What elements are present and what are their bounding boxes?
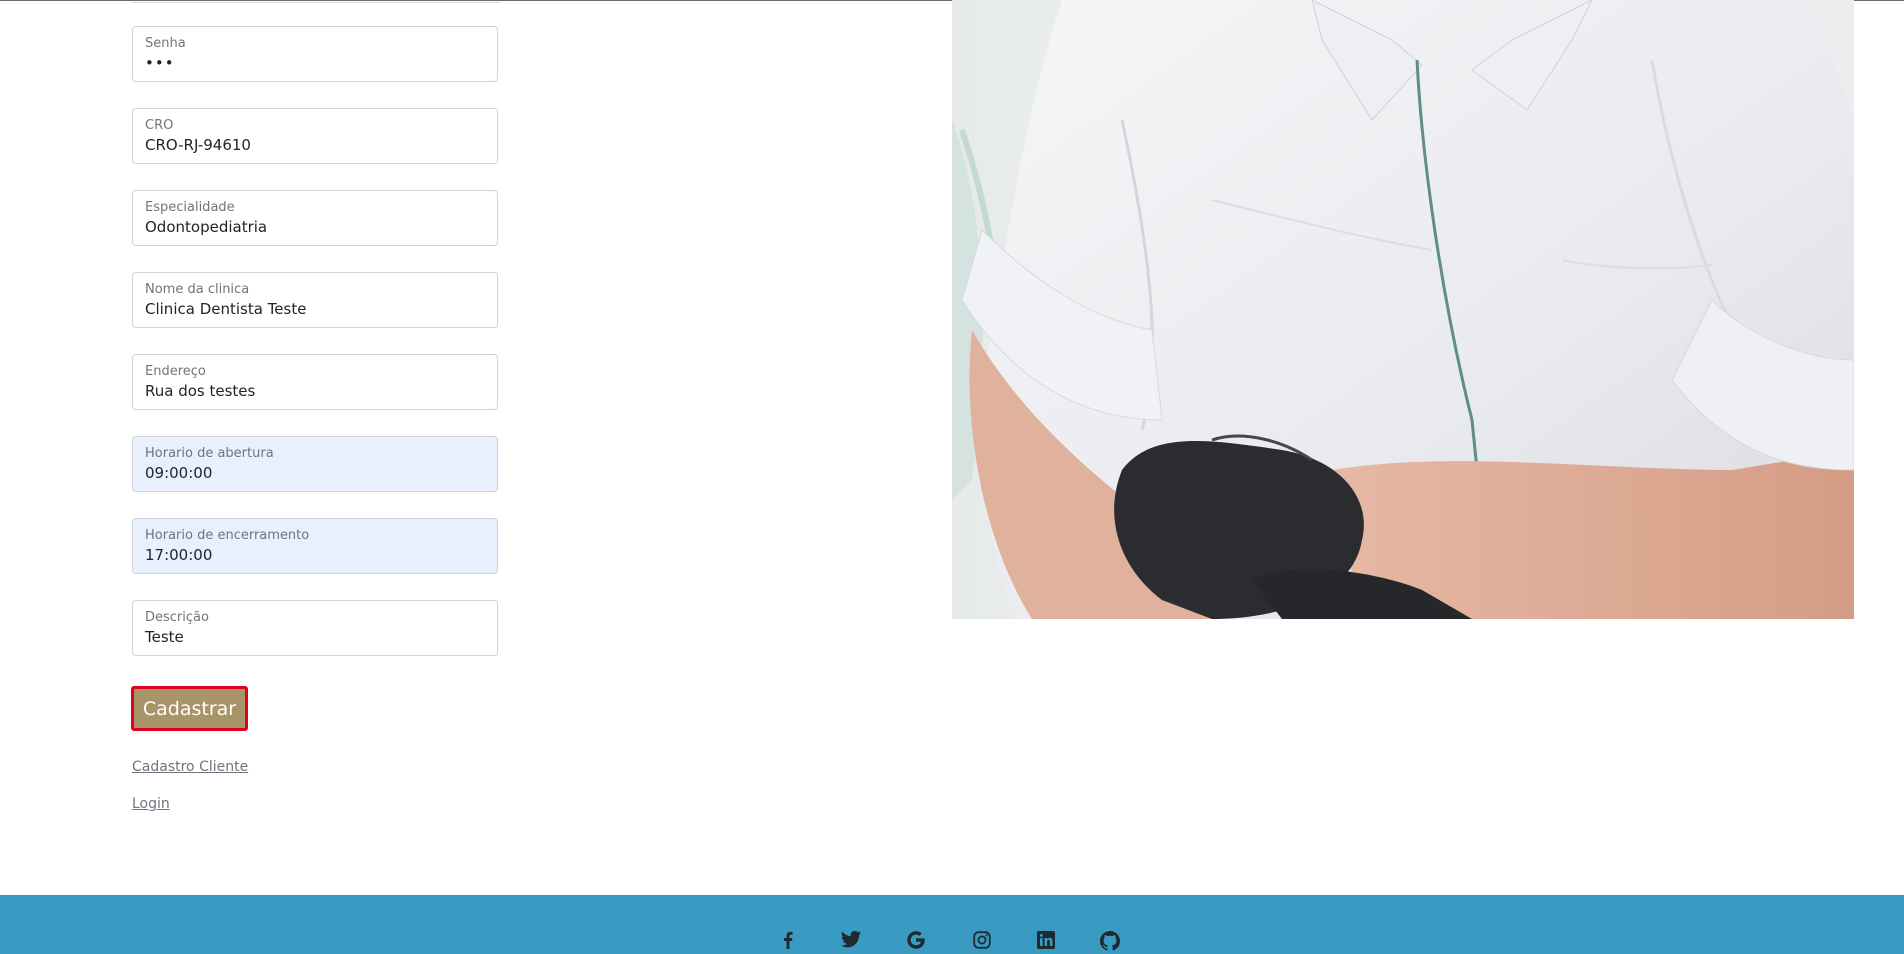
clinic-name-value: Clinica Dentista Teste bbox=[145, 300, 307, 318]
specialty-value: Odontopediatria bbox=[145, 218, 268, 236]
opening-time-field[interactable]: Horario de abertura 09:00:00 bbox=[132, 436, 498, 492]
address-label: Endereço bbox=[145, 364, 206, 379]
google-icon[interactable] bbox=[904, 931, 928, 953]
password-value: ••• bbox=[145, 54, 175, 72]
opening-time-label: Horario de abertura bbox=[145, 446, 274, 461]
linkedin-icon[interactable] bbox=[1034, 931, 1058, 953]
login-link[interactable]: Login bbox=[132, 796, 170, 812]
instagram-icon[interactable] bbox=[970, 931, 994, 953]
address-field[interactable]: Endereço Rua dos testes bbox=[132, 354, 498, 410]
cadastrar-button[interactable]: Cadastrar bbox=[131, 686, 248, 731]
closing-time-field[interactable]: Horario de encerramento 17:00:00 bbox=[132, 518, 498, 574]
description-value: Teste bbox=[145, 628, 184, 646]
description-label: Descrição bbox=[145, 610, 209, 625]
description-field[interactable]: Descrição Teste bbox=[132, 600, 498, 656]
password-label: Senha bbox=[145, 36, 186, 51]
address-value: Rua dos testes bbox=[145, 382, 256, 400]
footer bbox=[0, 895, 1904, 954]
opening-time-value: 09:00:00 bbox=[145, 464, 213, 482]
clinic-name-field[interactable]: Nome da clinica Clinica Dentista Teste bbox=[132, 272, 498, 328]
cro-value: CRO-RJ-94610 bbox=[145, 136, 251, 154]
twitter-icon[interactable] bbox=[839, 931, 863, 953]
facebook-icon[interactable] bbox=[776, 931, 800, 953]
clinic-name-label: Nome da clinica bbox=[145, 282, 250, 297]
closing-time-label: Horario de encerramento bbox=[145, 528, 310, 543]
cadastro-cliente-link[interactable]: Cadastro Cliente bbox=[132, 759, 248, 775]
cro-field[interactable]: CRO CRO-RJ-94610 bbox=[132, 108, 498, 164]
cro-label: CRO bbox=[145, 118, 174, 133]
password-field[interactable]: Senha ••• bbox=[132, 26, 498, 82]
github-icon[interactable] bbox=[1098, 931, 1122, 953]
closing-time-value: 17:00:00 bbox=[145, 546, 213, 564]
dentist-photo bbox=[952, 0, 1854, 619]
previous-field-edge bbox=[132, 0, 500, 3]
specialty-label: Especialidade bbox=[145, 200, 235, 215]
specialty-field[interactable]: Especialidade Odontopediatria bbox=[132, 190, 498, 246]
